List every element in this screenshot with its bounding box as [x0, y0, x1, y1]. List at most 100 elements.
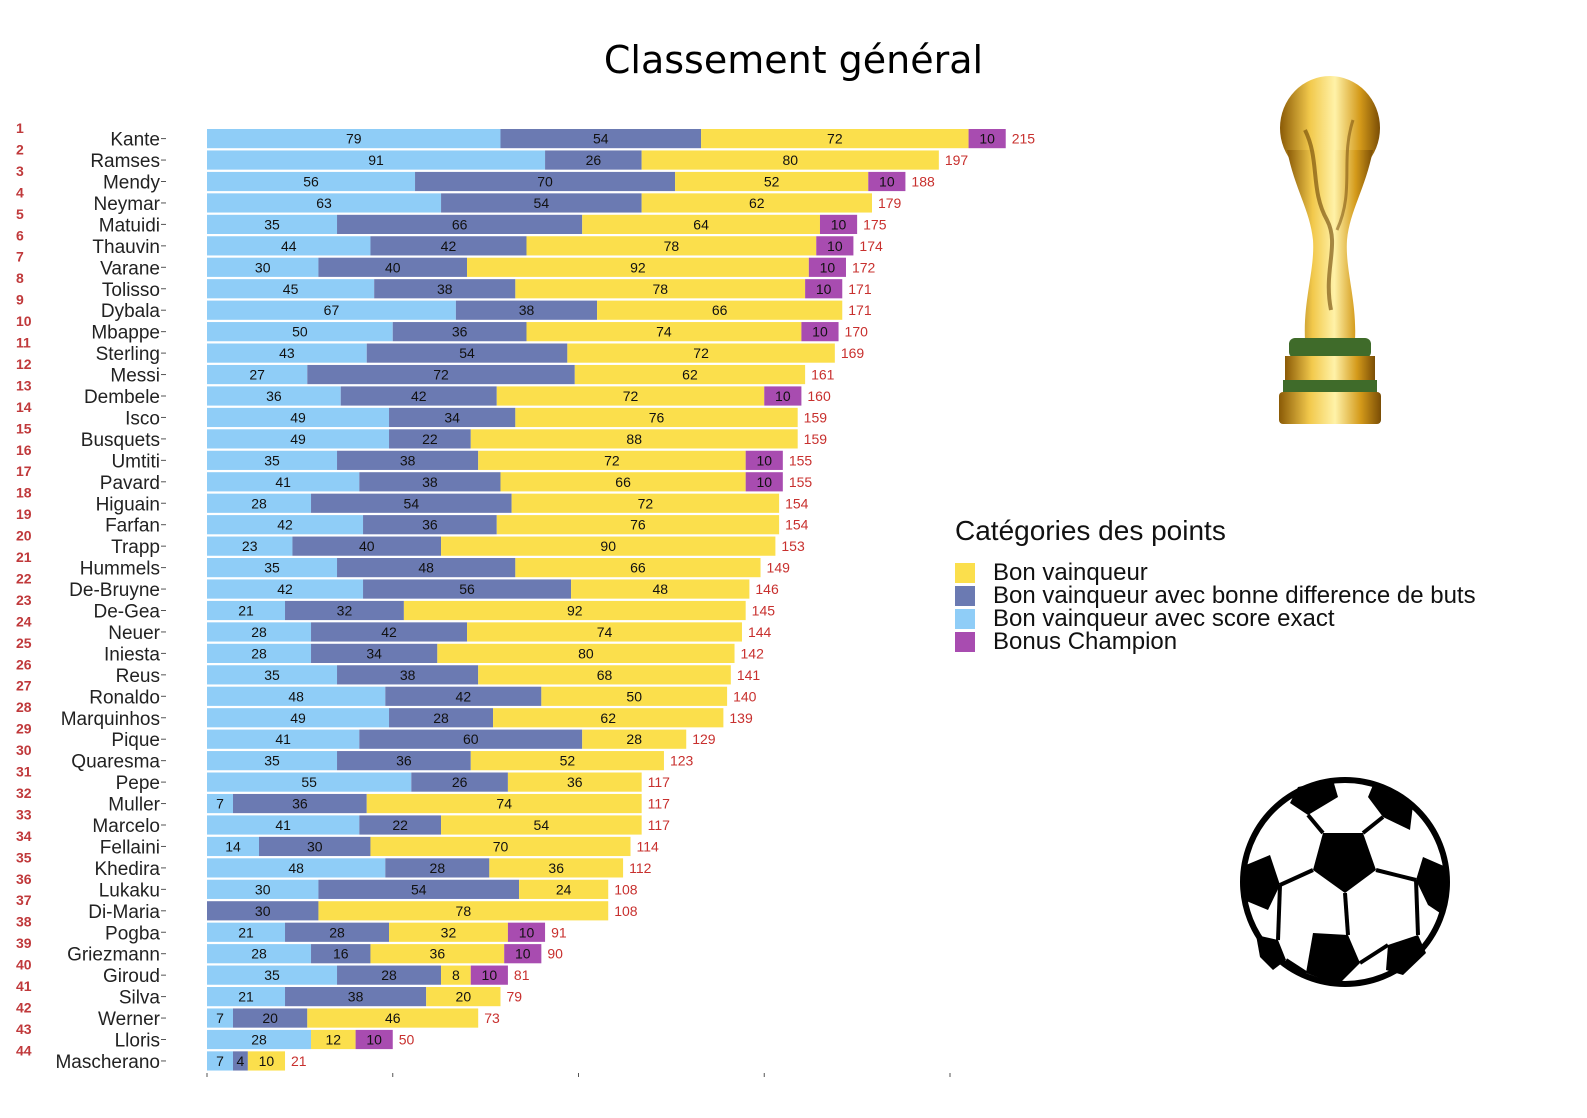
segment-value-label: 66 [630, 560, 646, 576]
total-label: 139 [729, 710, 753, 726]
segment-value-label: 72 [604, 452, 620, 468]
segment-value-label: 30 [255, 259, 271, 275]
segment-value-label: 54 [459, 345, 475, 361]
legend-item: Bonus Champion [955, 628, 1476, 655]
total-label: 155 [789, 474, 813, 490]
segment-value-label: 42 [277, 517, 293, 533]
segment-value-label: 36 [452, 324, 468, 340]
segment-value-label: 10 [519, 924, 535, 940]
segment-value-label: 28 [251, 624, 267, 640]
segment-value-label: 36 [548, 860, 564, 876]
segment-value-label: 91 [368, 152, 384, 168]
segment-value-label: 80 [578, 645, 594, 661]
segment-value-label: 12 [326, 1032, 342, 1048]
segment-value-label: 56 [303, 174, 319, 190]
segment-value-label: 70 [537, 174, 553, 190]
rank-label: 39 [16, 935, 32, 951]
rank-label: 29 [16, 721, 32, 737]
segment-value-label: 36 [567, 774, 583, 790]
rank-label: 11 [16, 335, 31, 351]
segment-value-label: 49 [290, 710, 306, 726]
segment-value-label: 10 [820, 259, 836, 275]
legend: Catégories des points Bon vainqueur Bon v… [955, 515, 1476, 655]
segment-value-label: 28 [251, 495, 267, 511]
segment-value-label: 34 [366, 645, 382, 661]
segment-value-label: 35 [264, 753, 280, 769]
total-label: 146 [755, 581, 779, 597]
rank-label: 8 [16, 270, 24, 286]
segment-value-label: 42 [456, 688, 472, 704]
segment-value-label: 60 [463, 731, 479, 747]
segment-value-label: 56 [459, 581, 475, 597]
segment-value-label: 48 [288, 688, 304, 704]
segment-value-label: 52 [560, 753, 576, 769]
segment-value-label: 10 [482, 967, 498, 983]
player-label: Tolisso [102, 280, 160, 301]
player-label: Ramses [90, 151, 160, 172]
total-label: 154 [785, 517, 809, 533]
segment-value-label: 67 [324, 302, 340, 318]
segment-value-label: 35 [264, 560, 280, 576]
segment-value-label: 70 [493, 838, 509, 854]
rank-label: 36 [16, 871, 32, 887]
segment-value-label: 90 [600, 538, 616, 554]
segment-value-label: 35 [264, 452, 280, 468]
player-label: Pogba [105, 923, 160, 944]
rank-label: 15 [16, 420, 32, 436]
total-label: 171 [848, 281, 872, 297]
rank-label: 12 [16, 356, 32, 372]
total-label: 153 [781, 538, 805, 554]
total-label: 172 [852, 259, 876, 275]
stacked-bar-chart: 1Kante 79 54 72 10 2152Ramses 91 26 80 1973Mendy 5… [16, 120, 1035, 1077]
rank-label: 43 [16, 1021, 32, 1037]
rank-label: 7 [16, 249, 24, 265]
rank-label: 22 [16, 570, 32, 586]
segment-value-label: 7 [216, 796, 224, 812]
segment-value-label: 38 [348, 989, 364, 1005]
player-label: Mendy [103, 173, 161, 194]
rank-label: 44 [16, 1042, 32, 1058]
total-label: 149 [767, 560, 791, 576]
segment-value-label: 78 [652, 281, 668, 297]
segment-value-label: 34 [444, 409, 460, 425]
segment-value-label: 38 [437, 281, 453, 297]
player-label: Hummels [80, 559, 160, 580]
rank-label: 33 [16, 806, 32, 822]
segment-value-label: 28 [433, 710, 449, 726]
segment-value-label: 48 [288, 860, 304, 876]
segment-value-label: 35 [264, 216, 280, 232]
rank-label: 32 [16, 785, 32, 801]
segment-value-label: 40 [359, 538, 375, 554]
total-label: 174 [859, 238, 883, 254]
player-label: Di-Maria [88, 902, 160, 923]
segment-value-label: 10 [756, 452, 772, 468]
segment-value-label: 54 [404, 495, 420, 511]
segment-value-label: 36 [422, 517, 438, 533]
total-label: 171 [848, 302, 872, 318]
player-label: Marcelo [92, 816, 160, 837]
rank-label: 17 [16, 463, 32, 479]
segment-value-label: 45 [283, 281, 299, 297]
legend-swatch [955, 562, 975, 583]
segment-value-label: 54 [411, 881, 427, 897]
segment-value-label: 74 [496, 796, 512, 812]
segment-value-label: 38 [400, 667, 416, 683]
total-label: 50 [399, 1032, 415, 1048]
total-label: 144 [748, 624, 772, 640]
segment-value-label: 41 [275, 817, 291, 833]
player-label: Quaresma [71, 752, 160, 773]
segment-value-label: 35 [264, 667, 280, 683]
player-label: Messi [110, 366, 160, 387]
segment-value-label: 78 [456, 903, 472, 919]
total-label: 197 [945, 152, 969, 168]
segment-value-label: 10 [515, 946, 531, 962]
segment-value-label: 36 [396, 753, 412, 769]
segment-value-label: 62 [682, 367, 698, 383]
rank-label: 2 [16, 141, 24, 157]
segment-value-label: 36 [430, 946, 446, 962]
segment-value-label: 74 [597, 624, 613, 640]
segment-value-label: 23 [242, 538, 258, 554]
segment-value-label: 28 [626, 731, 642, 747]
player-label: Werner [98, 1009, 161, 1030]
rank-label: 37 [16, 892, 32, 908]
